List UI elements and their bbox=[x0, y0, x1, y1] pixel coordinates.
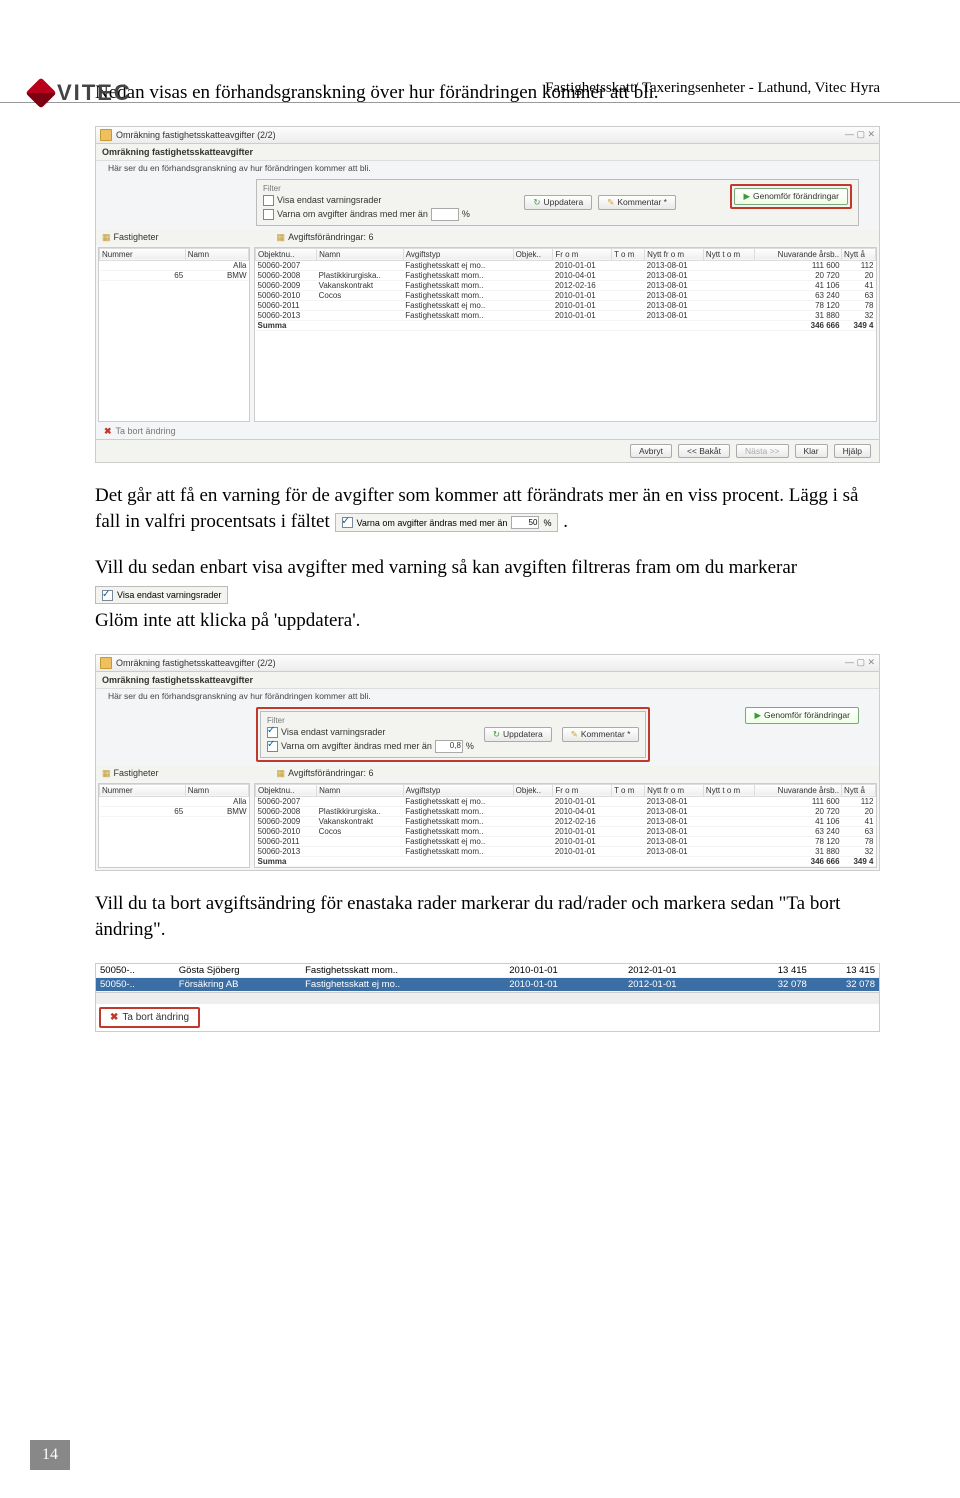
avgifter-table-2[interactable]: Objektnu..NamnAvgiftstypObjek..Fr o mT o… bbox=[255, 784, 876, 867]
window-title: Omräkning fastighetsskatteavgifter (2/2) bbox=[116, 130, 276, 140]
selection-table[interactable]: 50050-..Gösta SjöbergFastighetsskatt mom… bbox=[96, 964, 879, 992]
wizard-footer: Avbryt << Bakåt Nästa >> Klar Hjälp bbox=[96, 439, 879, 462]
avbryt-button[interactable]: Avbryt bbox=[630, 444, 672, 458]
klar-button[interactable]: Klar bbox=[795, 444, 828, 458]
paragraph-3: Vill du sedan enbart visa avgifter med v… bbox=[95, 555, 880, 635]
nasta-button: Nästa >> bbox=[736, 444, 789, 458]
logo: VITEC bbox=[30, 80, 132, 106]
screenshot-1: Omräkning fastighetsskatteavgifter (2/2)… bbox=[95, 126, 880, 463]
tabort-highlight: ✖Ta bort ändring bbox=[99, 1007, 200, 1028]
grid-bar: ▦Fastigheter ▦Avgiftsförändringar: 6 bbox=[96, 230, 879, 245]
logo-icon bbox=[25, 77, 56, 108]
section-desc: Här ser du en förhandsgranskning av hur … bbox=[96, 161, 879, 175]
header-title: Fastighetsskatt/ Taxeringsenheter - Lath… bbox=[545, 80, 880, 97]
varna-input[interactable] bbox=[431, 208, 459, 221]
uppdatera-button-2[interactable]: ↻Uppdatera bbox=[484, 727, 552, 742]
bakat-button[interactable]: << Bakåt bbox=[678, 444, 730, 458]
inline-varna-widget: Varna om avgifter ändras med mer än 50 % bbox=[335, 513, 559, 532]
checkbox-varna-2[interactable] bbox=[267, 741, 278, 752]
inline-visa-endast-widget: Visa endast varningsrader bbox=[95, 586, 228, 605]
paragraph-4: Vill du ta bort avgiftsändring för enast… bbox=[95, 891, 880, 944]
uppdatera-button[interactable]: ↻Uppdatera bbox=[524, 195, 592, 210]
screenshot-2: Omräkning fastighetsskatteavgifter (2/2)… bbox=[95, 654, 880, 871]
varna-input-2[interactable]: 0,8 bbox=[435, 740, 463, 753]
filter-box: Filter Visa endast varningsrader Varna o… bbox=[256, 179, 859, 226]
fastigheter-table[interactable]: NummerNamn Alla65BMW bbox=[99, 248, 249, 281]
genomfor-highlight: ▶Genomför förändringar bbox=[730, 184, 852, 209]
window-titlebar: Omräkning fastighetsskatteavgifter (2/2)… bbox=[96, 127, 879, 144]
ta-bort-button-disabled: ✖Ta bort ändring bbox=[96, 424, 184, 439]
ta-bort-button-3[interactable]: ✖Ta bort ändring bbox=[102, 1010, 197, 1025]
avgifter-table[interactable]: Objektnu..NamnAvgiftstypObjek..Fr o mT o… bbox=[255, 248, 876, 331]
app-icon bbox=[100, 129, 112, 141]
genomfor-button-2[interactable]: ▶Genomför förändringar bbox=[745, 707, 859, 724]
paragraph-2: Det går att få en varning för de avgifte… bbox=[95, 483, 880, 536]
window-titlebar-2: Omräkning fastighetsskatteavgifter (2/2)… bbox=[96, 655, 879, 672]
inline-checkbox bbox=[342, 517, 353, 528]
kommentar-button[interactable]: ✎Kommentar * bbox=[598, 195, 676, 210]
fastigheter-table-2[interactable]: NummerNamn Alla65BMW bbox=[99, 784, 249, 817]
checkbox-visa-endast[interactable] bbox=[263, 195, 274, 206]
kommentar-button-2[interactable]: ✎Kommentar * bbox=[562, 727, 640, 742]
x-icon: ✖ bbox=[104, 426, 112, 437]
hjalp-button[interactable]: Hjälp bbox=[834, 444, 871, 458]
section-title: Omräkning fastighetsskatteavgifter bbox=[96, 144, 879, 161]
screenshot-3: 50050-..Gösta SjöbergFastighetsskatt mom… bbox=[95, 963, 880, 1032]
x-icon: ✖ bbox=[110, 1012, 118, 1023]
inline-checkbox-2 bbox=[102, 590, 113, 601]
header-divider bbox=[0, 102, 960, 103]
genomfor-button[interactable]: ▶Genomför förändringar bbox=[734, 188, 848, 205]
checkbox-varna[interactable] bbox=[263, 209, 274, 220]
page-number: 14 bbox=[30, 1440, 70, 1470]
filter-highlighted: Filter Visa endast varningsrader Varna o… bbox=[256, 707, 650, 762]
checkbox-visa-endast-2[interactable] bbox=[267, 727, 278, 738]
logo-text: VITEC bbox=[57, 80, 132, 106]
app-icon bbox=[100, 657, 112, 669]
